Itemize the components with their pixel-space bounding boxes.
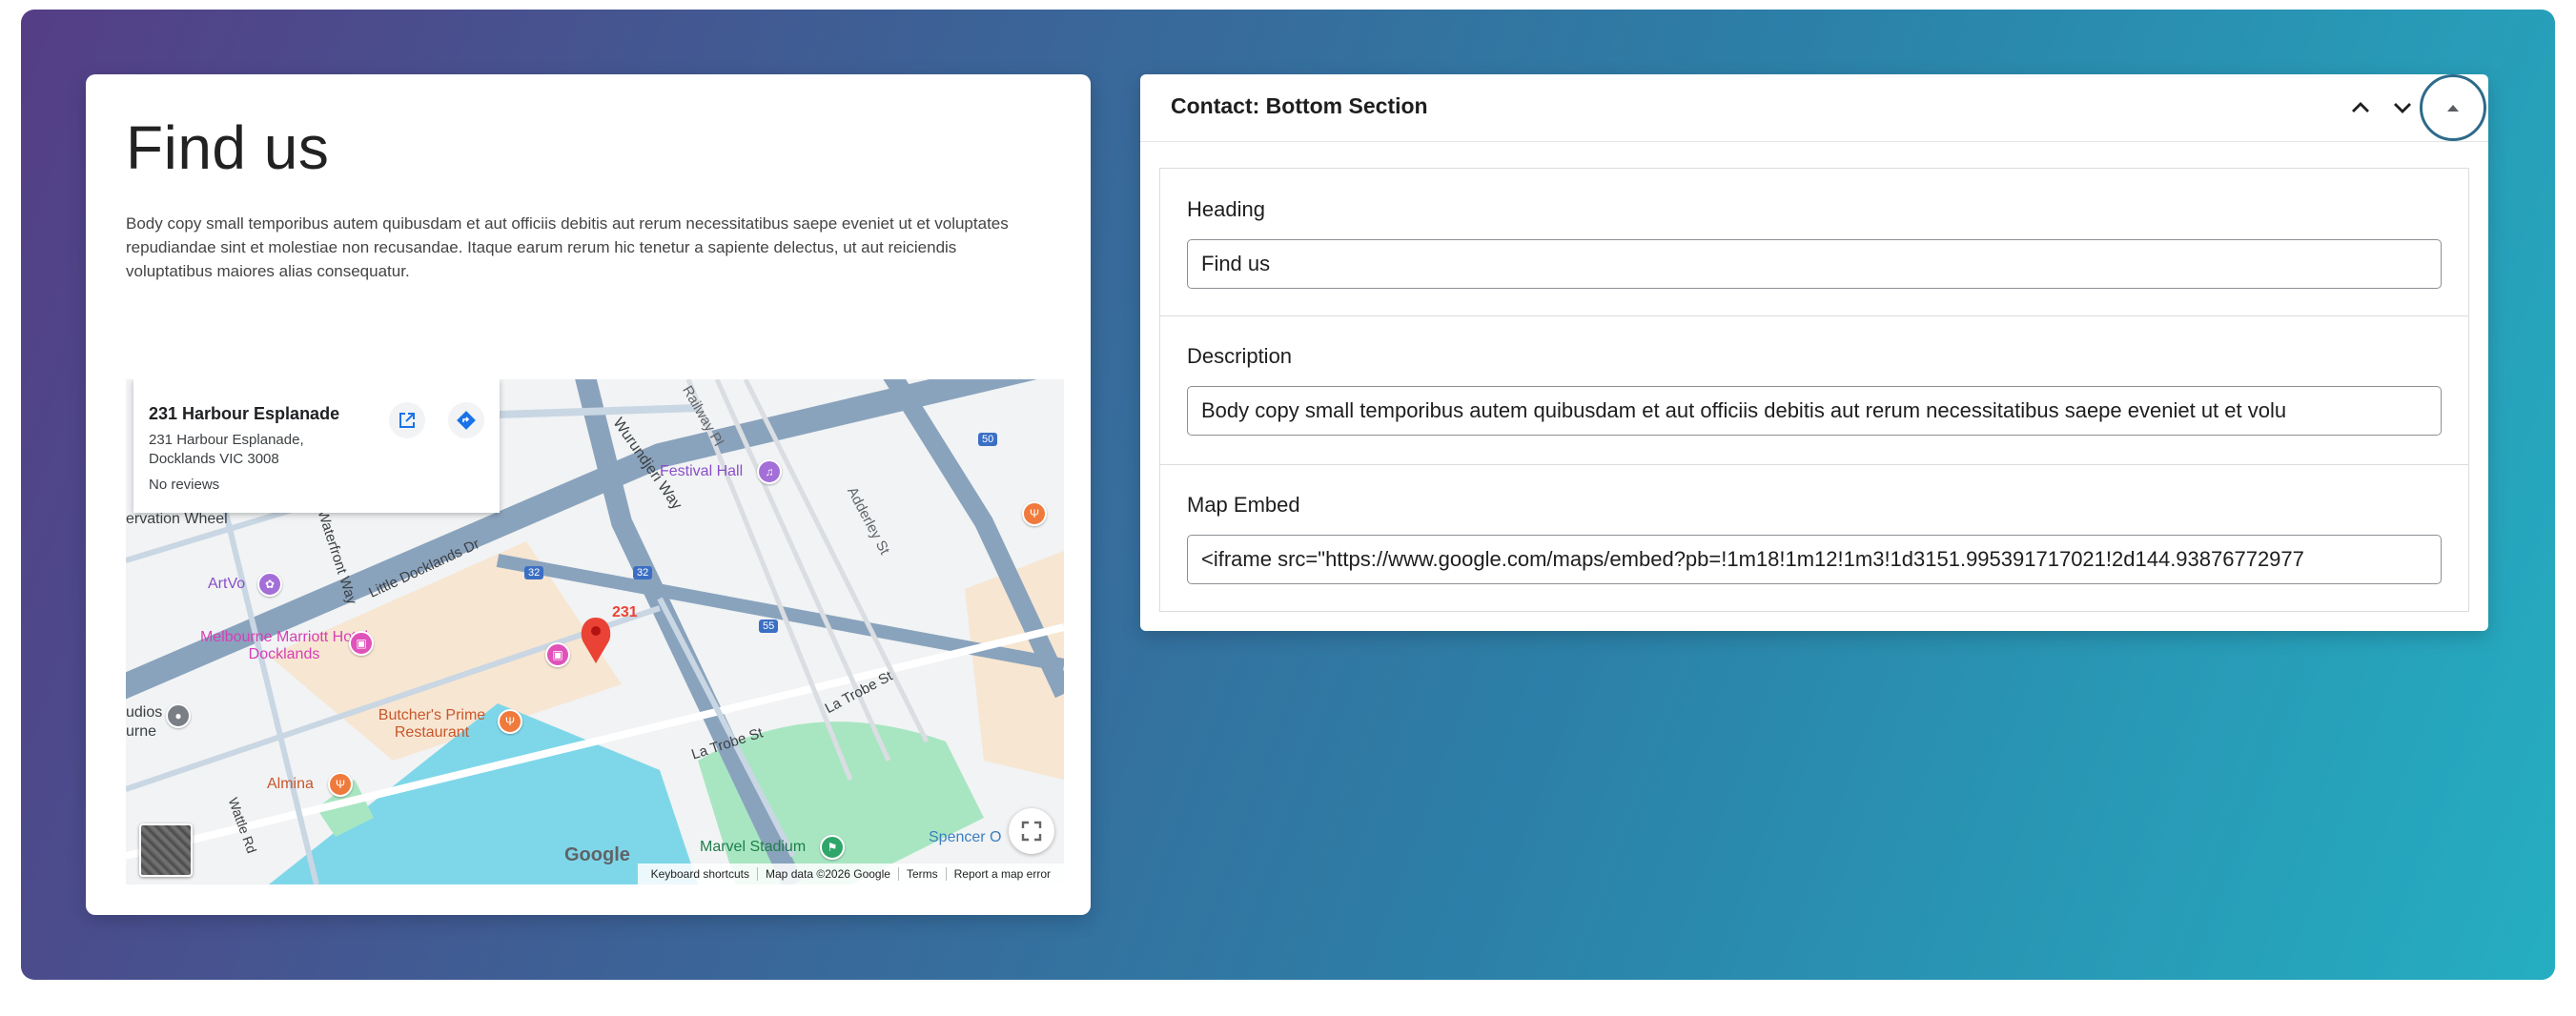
find-us-card: Find us Body copy small temporibus autem… xyxy=(86,74,1091,915)
find-us-heading: Find us xyxy=(126,113,330,182)
background-stage: Find us Body copy small temporibus autem… xyxy=(21,10,2555,980)
route-shield-55: 55 xyxy=(759,620,779,633)
place-pin-icon: ● xyxy=(166,703,191,728)
description-field-label: Description xyxy=(1187,344,1293,368)
map-label-spencer: Spencer O xyxy=(929,829,1002,845)
restaurant-icon: Ψ xyxy=(498,709,522,734)
directions-icon xyxy=(457,411,476,430)
place-address: 231 Harbour Esplanade, Docklands VIC 300… xyxy=(149,432,304,467)
artvo-pin-icon: ✿ xyxy=(257,572,282,597)
directions-button[interactable] xyxy=(448,402,484,438)
field-divider xyxy=(1160,315,2468,316)
external-link-icon xyxy=(399,413,415,428)
route-shield-32a: 32 xyxy=(524,566,544,579)
map-label-observation-wheel: ervation Wheel xyxy=(126,511,228,527)
move-up-button[interactable] xyxy=(2343,91,2378,125)
panel-fields: Heading Description Map Embed xyxy=(1159,168,2469,612)
map-embed-field[interactable] xyxy=(1187,535,2442,584)
fullscreen-icon xyxy=(1021,821,1042,842)
panel-header: Contact: Bottom Section xyxy=(1140,74,2488,142)
map-label-almina: Almina xyxy=(267,776,314,792)
map-data-attribution: Map data ©2026 Google xyxy=(757,867,898,881)
place-title: 231 Harbour Esplanade xyxy=(149,404,340,423)
description-field[interactable] xyxy=(1187,386,2442,436)
satellite-toggle-thumbnail[interactable] xyxy=(139,823,193,877)
map-label-marvel: Marvel Stadium xyxy=(700,839,807,855)
map-embed-field-label: Map Embed xyxy=(1187,493,1300,517)
chevron-up-icon xyxy=(2352,102,2369,112)
heading-field[interactable] xyxy=(1187,239,2442,289)
map-label-artvo: ArtVo xyxy=(208,576,246,592)
map-label-butchers: Butcher's Prime Restaurant xyxy=(378,707,486,741)
map-label-studios: udios urne xyxy=(126,704,163,740)
map-label-festival-hall: Festival Hall xyxy=(660,463,744,479)
hotel-icon-2: ▣ xyxy=(545,642,570,667)
stadium-icon: ⚑ xyxy=(820,835,845,860)
route-shield-32b: 32 xyxy=(633,566,653,579)
find-us-body: Body copy small temporibus autem quibusd… xyxy=(126,214,1009,280)
map-label-marriott: Melbourne Marriott Hotel Docklands xyxy=(199,629,369,662)
google-logo: Google xyxy=(564,844,630,865)
move-down-button[interactable] xyxy=(2385,91,2420,125)
keyboard-shortcuts-link[interactable]: Keyboard shortcuts xyxy=(644,867,757,881)
heading-field-label: Heading xyxy=(1187,197,1265,221)
restaurant-icon-3: Ψ xyxy=(328,772,353,797)
restaurant-icon-2: Ψ xyxy=(1022,501,1047,526)
field-divider xyxy=(1160,464,2468,465)
marker-label: 231 xyxy=(612,604,638,620)
route-shield-50: 50 xyxy=(978,433,998,446)
contact-bottom-section-panel: Contact: Bottom Section Heading D xyxy=(1140,74,2488,631)
triangle-up-icon xyxy=(2447,105,2459,112)
hotel-icon: ▣ xyxy=(349,631,374,656)
music-icon: ♫ xyxy=(757,459,782,484)
place-reviews: No reviews xyxy=(149,477,220,493)
report-map-error-link[interactable]: Report a map error xyxy=(945,867,1058,881)
chevron-down-icon xyxy=(2394,103,2411,113)
place-info-card: 231 Harbour Esplanade 231 Harbour Esplan… xyxy=(133,379,500,513)
open-in-maps-button[interactable] xyxy=(389,402,425,438)
panel-title: Contact: Bottom Section xyxy=(1171,93,1428,118)
collapse-panel-button[interactable] xyxy=(2420,74,2486,141)
fullscreen-button[interactable] xyxy=(1009,808,1054,854)
terms-link[interactable]: Terms xyxy=(897,867,946,881)
map-footer: Keyboard shortcuts Map data ©2026 Google… xyxy=(637,864,1064,884)
google-map[interactable]: Railway Pl Wurundjeri Way Festival Hall … xyxy=(126,379,1064,884)
